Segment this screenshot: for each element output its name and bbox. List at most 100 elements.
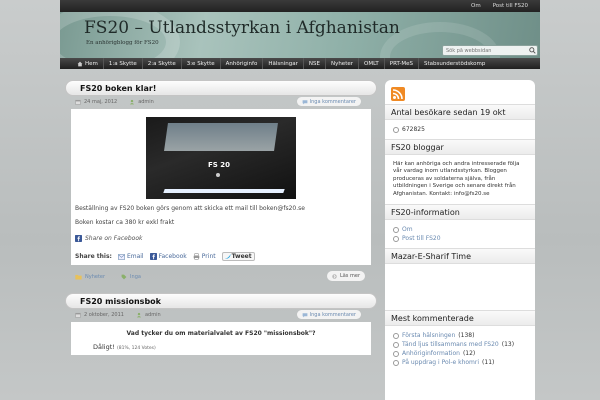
book-image: FS 20 <box>146 117 296 199</box>
nav-item-1a-skytte[interactable]: 1:a Skytte <box>104 58 143 69</box>
read-more-button[interactable]: Läs mer <box>326 271 365 282</box>
post-body: Vad tycker du om materialvalet av FS20 "… <box>71 322 371 356</box>
poll-answer-text: Dåligt! <box>93 343 115 352</box>
blog-description: Här kan anhöriga och andra intresserade … <box>393 161 520 197</box>
post-title[interactable]: FS20 missionsbok <box>80 297 161 306</box>
info-link-text: Om <box>402 226 413 234</box>
site-title[interactable]: FS20 – Utlandsstyrkan i Afghanistan <box>84 18 400 38</box>
post-tags: Inga <box>121 274 141 280</box>
post-title[interactable]: FS20 boken klar! <box>80 84 156 93</box>
arrow-right-icon <box>332 273 337 279</box>
post-comments-link[interactable]: Inga kommentarer <box>296 97 361 106</box>
book-cover-label: FS 20 <box>208 161 231 169</box>
most-commented-item[interactable]: På uppdrag i Pol-e khomri (11) <box>393 359 529 366</box>
rss-icon[interactable] <box>391 87 405 101</box>
comment-icon <box>302 312 308 318</box>
post-comments-text: Inga kommentarer <box>309 311 356 318</box>
most-commented-title: På uppdrag i Pol-e khomri <box>402 359 480 367</box>
most-commented-item[interactable]: Anhöriginformation (12) <box>393 350 529 357</box>
nav-item-omlt[interactable]: OMLT <box>359 58 385 69</box>
most-commented-item[interactable]: Första hälsningen (138) <box>393 332 529 339</box>
post-author-text[interactable]: admin <box>145 312 161 318</box>
share-row: Share this: Email Facebook Print Tweet <box>75 252 367 262</box>
mazar-time-widget <box>385 264 535 310</box>
poll-answer: Dåligt! (81%, 124 Votes) <box>93 343 367 351</box>
nav-item-anhoriginfo[interactable]: Anhöriginfo <box>221 58 264 69</box>
most-commented-count: (13) <box>501 341 515 349</box>
post-date: 2 oktober, 2011 <box>75 312 124 318</box>
nav-item-prt-mes[interactable]: PRT-MeS <box>385 58 419 69</box>
post-title-bar: FS20 boken klar! <box>65 80 377 96</box>
post-author-text[interactable]: admin <box>138 99 154 105</box>
visitors-widget: 672825 <box>385 120 535 139</box>
visitors-count: 672825 <box>402 126 425 133</box>
share-label: Share this: <box>75 253 112 261</box>
nav-item-hem[interactable]: Hem <box>72 58 104 69</box>
bullet-icon <box>393 226 399 233</box>
share-print-text: Print <box>201 253 216 261</box>
top-link-om[interactable]: Om <box>471 3 481 9</box>
post-comments-text: Inga kommentarer <box>309 98 356 105</box>
emblem-icon <box>216 173 220 177</box>
most-commented-title: Tänd ljus tillsammans med FS20 <box>402 341 499 349</box>
nav-label: Hem <box>85 60 98 67</box>
bullet-icon <box>393 359 399 366</box>
most-commented-list: Första hälsningen (138) Tänd ljus tillsa… <box>385 326 535 372</box>
post-title-bar: FS20 missionsbok <box>65 293 377 310</box>
widget-title-info: FS20-information <box>385 204 535 221</box>
info-link-post[interactable]: Post till FS20 <box>393 235 529 242</box>
book-edge <box>163 189 285 193</box>
nav-item-3e-skytte[interactable]: 3:e Skytte <box>182 58 221 69</box>
poll-question: Vad tycker du om materialvalet av FS20 "… <box>126 330 316 338</box>
facebook-share-text: Share on Facebook <box>85 235 143 243</box>
nav-item-halsningar[interactable]: Hälsningar <box>263 58 304 69</box>
read-more-text: Läs mer <box>339 273 360 280</box>
site-description: En anhörigblogg för FS20 <box>86 40 159 46</box>
main-content: FS20 boken klar! 24 maj, 2012 admin Inga… <box>65 80 377 356</box>
search-input[interactable] <box>443 46 527 55</box>
share-print-button[interactable]: Print <box>193 253 216 260</box>
calendar-icon <box>75 99 81 105</box>
bullet-icon <box>393 350 399 357</box>
most-commented-title: Anhöriginformation <box>402 350 460 358</box>
post-meta: 24 maj, 2012 admin Inga kommentarer <box>69 97 373 107</box>
widget-title-most-commented: Mest kommenterade <box>385 310 535 327</box>
search-icon[interactable] <box>527 46 537 56</box>
post-author: admin <box>136 312 161 318</box>
tag-icon <box>121 274 127 280</box>
top-link-post[interactable]: Post till FS20 <box>493 3 528 9</box>
sidebar: Antal besökare sedan 19 okt 672825 FS20 … <box>385 80 535 400</box>
bullet-icon <box>393 126 399 133</box>
post-fs20-boken: FS20 boken klar! 24 maj, 2012 admin Inga… <box>65 80 377 282</box>
nav-item-nse[interactable]: NSE <box>304 58 326 69</box>
share-facebook-button[interactable]: Facebook <box>149 253 187 261</box>
post-date: 24 maj, 2012 <box>75 99 117 105</box>
user-icon <box>136 313 142 318</box>
most-commented-title: Första hälsningen <box>402 332 456 340</box>
nav-item-2a-skytte[interactable]: 2:a Skytte <box>143 58 182 69</box>
top-bar: Om Post till FS20 <box>60 0 540 12</box>
share-facebook-text: Facebook <box>158 253 187 261</box>
share-email-button[interactable]: Email <box>118 253 144 260</box>
most-commented-item[interactable]: Tänd ljus tillsammans med FS20 (13) <box>393 341 529 348</box>
email-icon <box>118 253 125 260</box>
tweet-button[interactable]: Tweet <box>221 252 255 262</box>
visitors-counter: 672825 <box>393 126 529 133</box>
print-icon <box>193 253 200 260</box>
post-date-text: 2 oktober, 2011 <box>84 312 124 319</box>
bullet-icon <box>393 341 399 348</box>
search-box <box>442 45 538 56</box>
post-fs20-missionsbok: FS20 missionsbok 2 oktober, 2011 admin I… <box>65 293 377 356</box>
book-cover-photo <box>164 123 278 151</box>
poll-answer-stats: (81%, 124 Votes) <box>116 346 156 352</box>
nav-item-nyheter[interactable]: Nyheter <box>326 58 359 69</box>
post-category[interactable]: Nyheter <box>75 274 105 280</box>
most-commented-count: (12) <box>462 350 476 358</box>
post-comments-link[interactable]: Inga kommentarer <box>296 310 361 320</box>
info-link-om[interactable]: Om <box>393 226 529 233</box>
facebook-share-link[interactable]: Share on Facebook <box>75 235 367 243</box>
calendar-icon <box>75 313 81 318</box>
nav-item-stabsunderstodskomp[interactable]: Stabsunderstödskomp <box>419 58 490 69</box>
post-author: admin <box>129 99 154 105</box>
rss-row <box>385 80 535 104</box>
